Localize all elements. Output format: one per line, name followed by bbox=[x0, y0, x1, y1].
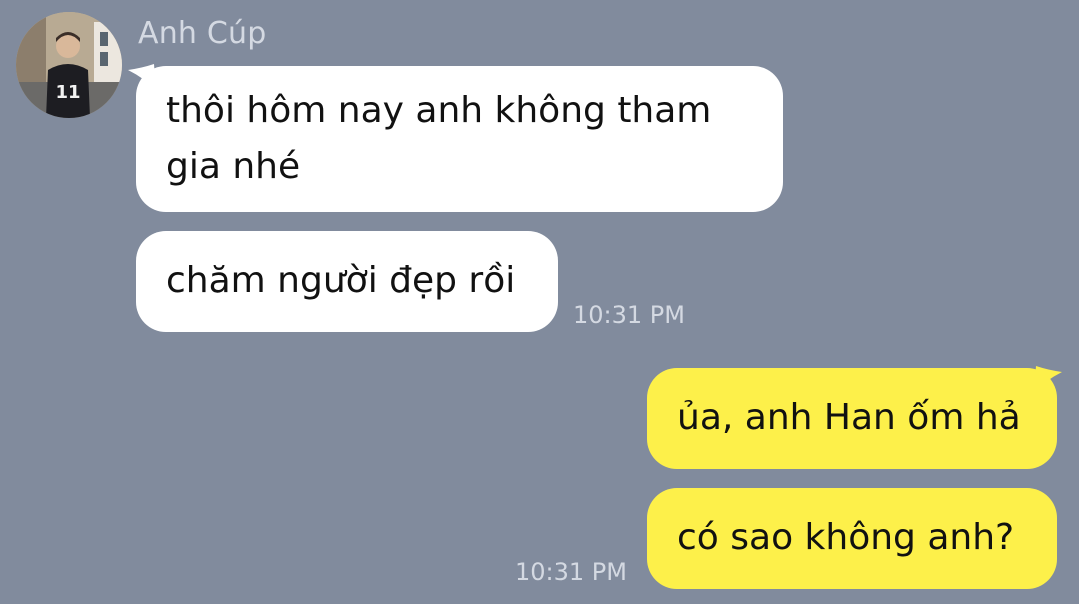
incoming-message-bubble[interactable]: chăm người đẹp rồi bbox=[136, 231, 558, 332]
outgoing-message-bubble[interactable]: ủa, anh Han ốm hả bbox=[647, 368, 1057, 469]
sender-name: Anh Cúp bbox=[138, 16, 267, 51]
outgoing-message-text: có sao không anh? bbox=[677, 517, 1015, 558]
incoming-message-text: thôi hôm nay anh không tham gia nhé bbox=[166, 90, 712, 187]
outgoing-message-bubble[interactable]: có sao không anh? bbox=[647, 488, 1057, 589]
incoming-message-text: chăm người đẹp rồi bbox=[166, 260, 516, 301]
outgoing-timestamp: 10:31 PM bbox=[515, 558, 627, 586]
incoming-timestamp: 10:31 PM bbox=[573, 301, 685, 329]
outgoing-message-text: ủa, anh Han ốm hả bbox=[677, 397, 1021, 438]
svg-text:11: 11 bbox=[55, 82, 80, 103]
incoming-message-bubble[interactable]: thôi hôm nay anh không tham gia nhé bbox=[136, 66, 783, 212]
avatar[interactable]: 11 bbox=[16, 12, 122, 118]
profile-photo-icon: 11 bbox=[16, 12, 122, 118]
chat-window: 11 Anh Cúp thôi hôm nay anh không tham g… bbox=[0, 0, 1079, 604]
